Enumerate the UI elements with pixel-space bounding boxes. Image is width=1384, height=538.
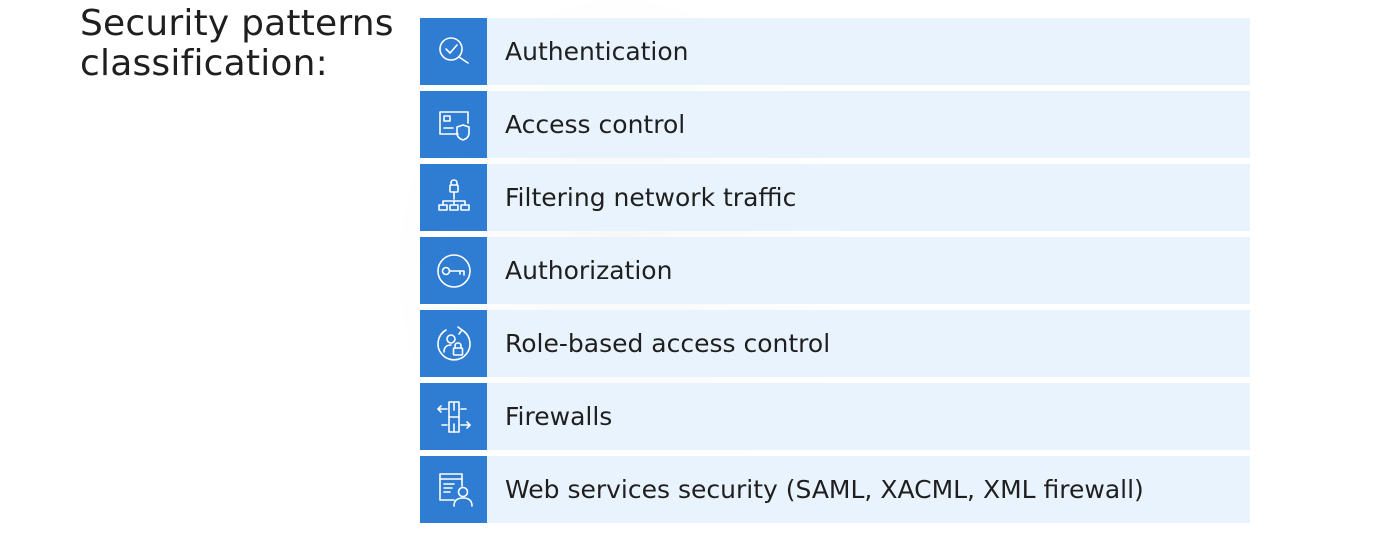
list-item-access-control: Access control	[420, 91, 1250, 158]
slide-title: Security patterns classification:	[80, 4, 410, 84]
key-circle-icon	[420, 237, 487, 304]
list-item-label: Role-based access control	[505, 329, 831, 358]
list-item-label: Authentication	[505, 37, 689, 66]
user-lock-cycle-icon	[420, 310, 487, 377]
card-shield-icon	[420, 91, 487, 158]
slide: Security patterns classification: Authen…	[0, 0, 1384, 538]
list-item-label: Access control	[505, 110, 686, 139]
list-item-label: Firewalls	[505, 402, 613, 431]
list-item-authorization: Authorization	[420, 237, 1250, 304]
magnifier-check-icon	[420, 18, 487, 85]
list-item-label: Filtering network traffic	[505, 183, 797, 212]
list-item-filtering-network-traffic: Filtering network traffic	[420, 164, 1250, 231]
list-item-label: Authorization	[505, 256, 673, 285]
list-item-firewalls: Firewalls	[420, 383, 1250, 450]
document-user-icon	[420, 456, 487, 523]
security-patterns-list: Authentication Access control Filtering …	[420, 18, 1250, 523]
firewall-arrows-icon	[420, 383, 487, 450]
list-item-label: Web services security (SAML, XACML, XML …	[505, 475, 1144, 504]
lock-network-icon	[420, 164, 487, 231]
list-item-role-based-access-control: Role-based access control	[420, 310, 1250, 377]
slide-title-line-1: Security patterns	[80, 3, 394, 44]
list-item-authentication: Authentication	[420, 18, 1250, 85]
slide-title-line-2: classification:	[80, 43, 328, 84]
list-item-web-services-security: Web services security (SAML, XACML, XML …	[420, 456, 1250, 523]
